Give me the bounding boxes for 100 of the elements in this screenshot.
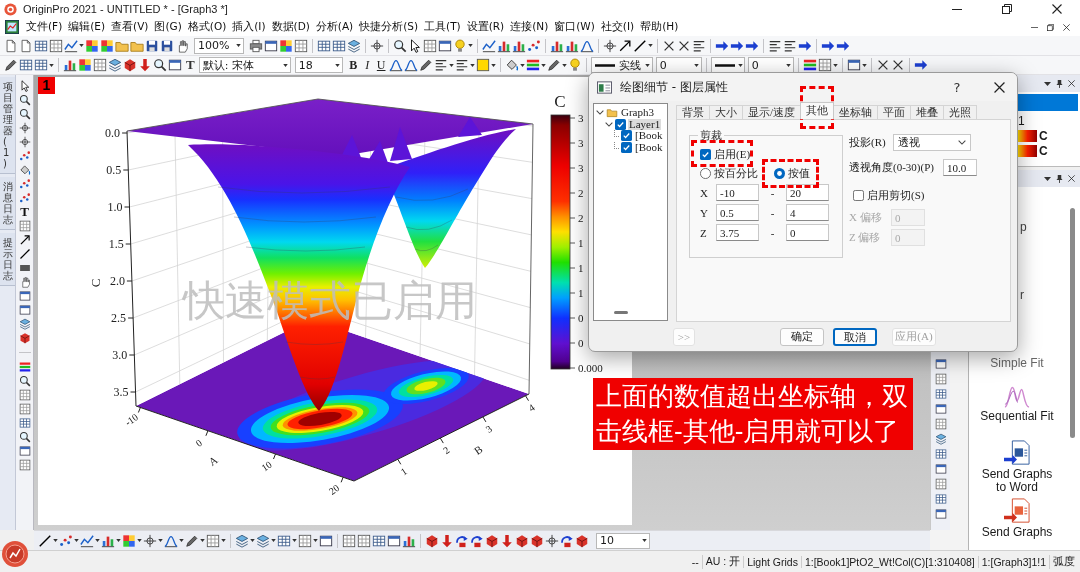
- rotate-arrow-icon[interactable]: [455, 533, 469, 548]
- crosshair-icon[interactable]: [603, 38, 617, 53]
- window-icon[interactable]: [18, 304, 31, 316]
- arrow-right-icon[interactable]: [836, 38, 850, 53]
- caret-icon[interactable]: [221, 539, 226, 542]
- cube-icon[interactable]: [18, 332, 31, 344]
- worksheet-icon[interactable]: [934, 388, 947, 400]
- magnifier-icon[interactable]: [18, 375, 31, 387]
- pen-icon[interactable]: [185, 533, 199, 548]
- grid-icon[interactable]: [357, 533, 371, 548]
- chevron-down-icon[interactable]: [958, 140, 966, 145]
- text-field[interactable]: 4: [786, 204, 829, 221]
- layer-badge[interactable]: 1: [38, 77, 55, 94]
- caret-icon[interactable]: [116, 539, 121, 542]
- scatter-plot-icon[interactable]: [18, 178, 31, 190]
- menu-item[interactable]: 数据(D): [268, 20, 313, 34]
- crosshair-icon[interactable]: [370, 38, 384, 53]
- caret-icon[interactable]: [236, 44, 241, 47]
- layers-icon[interactable]: [347, 38, 361, 53]
- projection-dropdown[interactable]: 透视: [893, 134, 971, 151]
- caret-icon[interactable]: [468, 44, 473, 47]
- worksheet-icon[interactable]: [34, 38, 48, 53]
- restore-icon[interactable]: [1002, 4, 1012, 14]
- caret-icon[interactable]: [561, 63, 567, 67]
- magnifier-icon[interactable]: [18, 431, 31, 443]
- window-icon[interactable]: [438, 38, 452, 53]
- pointer-icon[interactable]: [18, 80, 31, 92]
- color-stripes-icon[interactable]: [802, 58, 817, 72]
- zoom-dropdown[interactable]: 100%: [194, 37, 244, 54]
- arrow-down-icon[interactable]: [440, 533, 454, 548]
- side-tab[interactable]: 提示日志: [0, 233, 15, 286]
- caret-icon[interactable]: [200, 539, 205, 542]
- tab[interactable]: 背景: [676, 105, 710, 119]
- tab[interactable]: 平面: [877, 105, 912, 119]
- tree-item[interactable]: Layer1: [628, 118, 662, 130]
- side-tab[interactable]: 消息日志: [0, 177, 15, 230]
- radio-icon[interactable]: [774, 168, 785, 179]
- checkbox-icon[interactable]: [621, 141, 632, 153]
- pin-icon[interactable]: [1056, 174, 1063, 183]
- color-stripes-icon[interactable]: [525, 58, 540, 72]
- cancel-button[interactable]: 取消: [833, 327, 877, 346]
- magnifier-icon[interactable]: [18, 94, 31, 106]
- grid-icon[interactable]: [342, 533, 356, 548]
- color-grid-icon[interactable]: [279, 38, 293, 53]
- worksheet-icon[interactable]: [277, 533, 291, 548]
- crosshair-icon[interactable]: [143, 533, 157, 548]
- bar-chart-icon[interactable]: [63, 58, 77, 72]
- caret-icon[interactable]: [137, 539, 142, 542]
- tab[interactable]: 堆叠: [910, 105, 945, 119]
- caret-icon[interactable]: [74, 539, 79, 542]
- window-icon[interactable]: [168, 58, 182, 72]
- font-dropdown[interactable]: 默认: 宋体: [198, 57, 291, 73]
- arrow-icon[interactable]: [618, 38, 632, 53]
- window-icon[interactable]: [387, 533, 401, 548]
- window-icon[interactable]: [934, 358, 947, 370]
- app-label[interactable]: r: [1020, 288, 1024, 302]
- app-label[interactable]: Send Graphs: [979, 526, 1055, 539]
- pen-icon[interactable]: [546, 58, 561, 72]
- tab[interactable]: 光照: [943, 105, 978, 119]
- caret-icon[interactable]: [158, 539, 163, 542]
- printer-icon[interactable]: [249, 38, 263, 53]
- line-chart-icon[interactable]: [482, 38, 496, 53]
- cube-icon[interactable]: [485, 533, 499, 548]
- grid-icon[interactable]: [934, 418, 947, 430]
- window-icon[interactable]: [319, 533, 333, 548]
- close-icon[interactable]: [1063, 23, 1070, 31]
- line-style-dropdown[interactable]: 实线: [590, 57, 653, 73]
- worksheet-icon[interactable]: [372, 533, 386, 548]
- font-size-dropdown[interactable]: 18: [294, 57, 343, 73]
- caret-icon[interactable]: [1044, 176, 1051, 181]
- help-button[interactable]: ?: [947, 77, 967, 97]
- tree-item[interactable]: C: [1039, 143, 1048, 158]
- caret-icon[interactable]: [53, 539, 58, 542]
- close-icon[interactable]: [993, 81, 1005, 93]
- grid-icon[interactable]: [298, 533, 312, 548]
- caret-icon[interactable]: [642, 539, 647, 542]
- layers-icon[interactable]: [934, 433, 947, 445]
- cube-icon[interactable]: [575, 533, 589, 548]
- grid-icon[interactable]: [294, 38, 308, 53]
- caret-icon[interactable]: [292, 539, 297, 542]
- grid-icon[interactable]: [93, 58, 107, 72]
- text-tool[interactable]: T: [20, 206, 29, 218]
- caret-icon[interactable]: [49, 63, 54, 67]
- caret-icon[interactable]: [334, 63, 340, 67]
- graph-window-icon[interactable]: [5, 20, 19, 34]
- menu-item[interactable]: 分析(A): [312, 20, 357, 34]
- border-width-dropdown[interactable]: 0: [747, 57, 794, 73]
- crosshair-icon[interactable]: [18, 122, 31, 134]
- magnifier-icon[interactable]: [153, 58, 167, 72]
- caret-icon[interactable]: [737, 63, 743, 67]
- line-icon[interactable]: [633, 38, 647, 53]
- menu-item[interactable]: 插入(I): [229, 20, 269, 34]
- layers-icon[interactable]: [235, 533, 249, 548]
- caret-icon[interactable]: [648, 44, 653, 47]
- caret-icon[interactable]: [490, 63, 496, 67]
- pen-icon[interactable]: [418, 58, 433, 72]
- chevron-down-icon[interactable]: [605, 121, 613, 127]
- arrow-right-icon[interactable]: [821, 38, 835, 53]
- caret-icon[interactable]: [250, 539, 255, 542]
- restore-icon[interactable]: [1047, 23, 1054, 31]
